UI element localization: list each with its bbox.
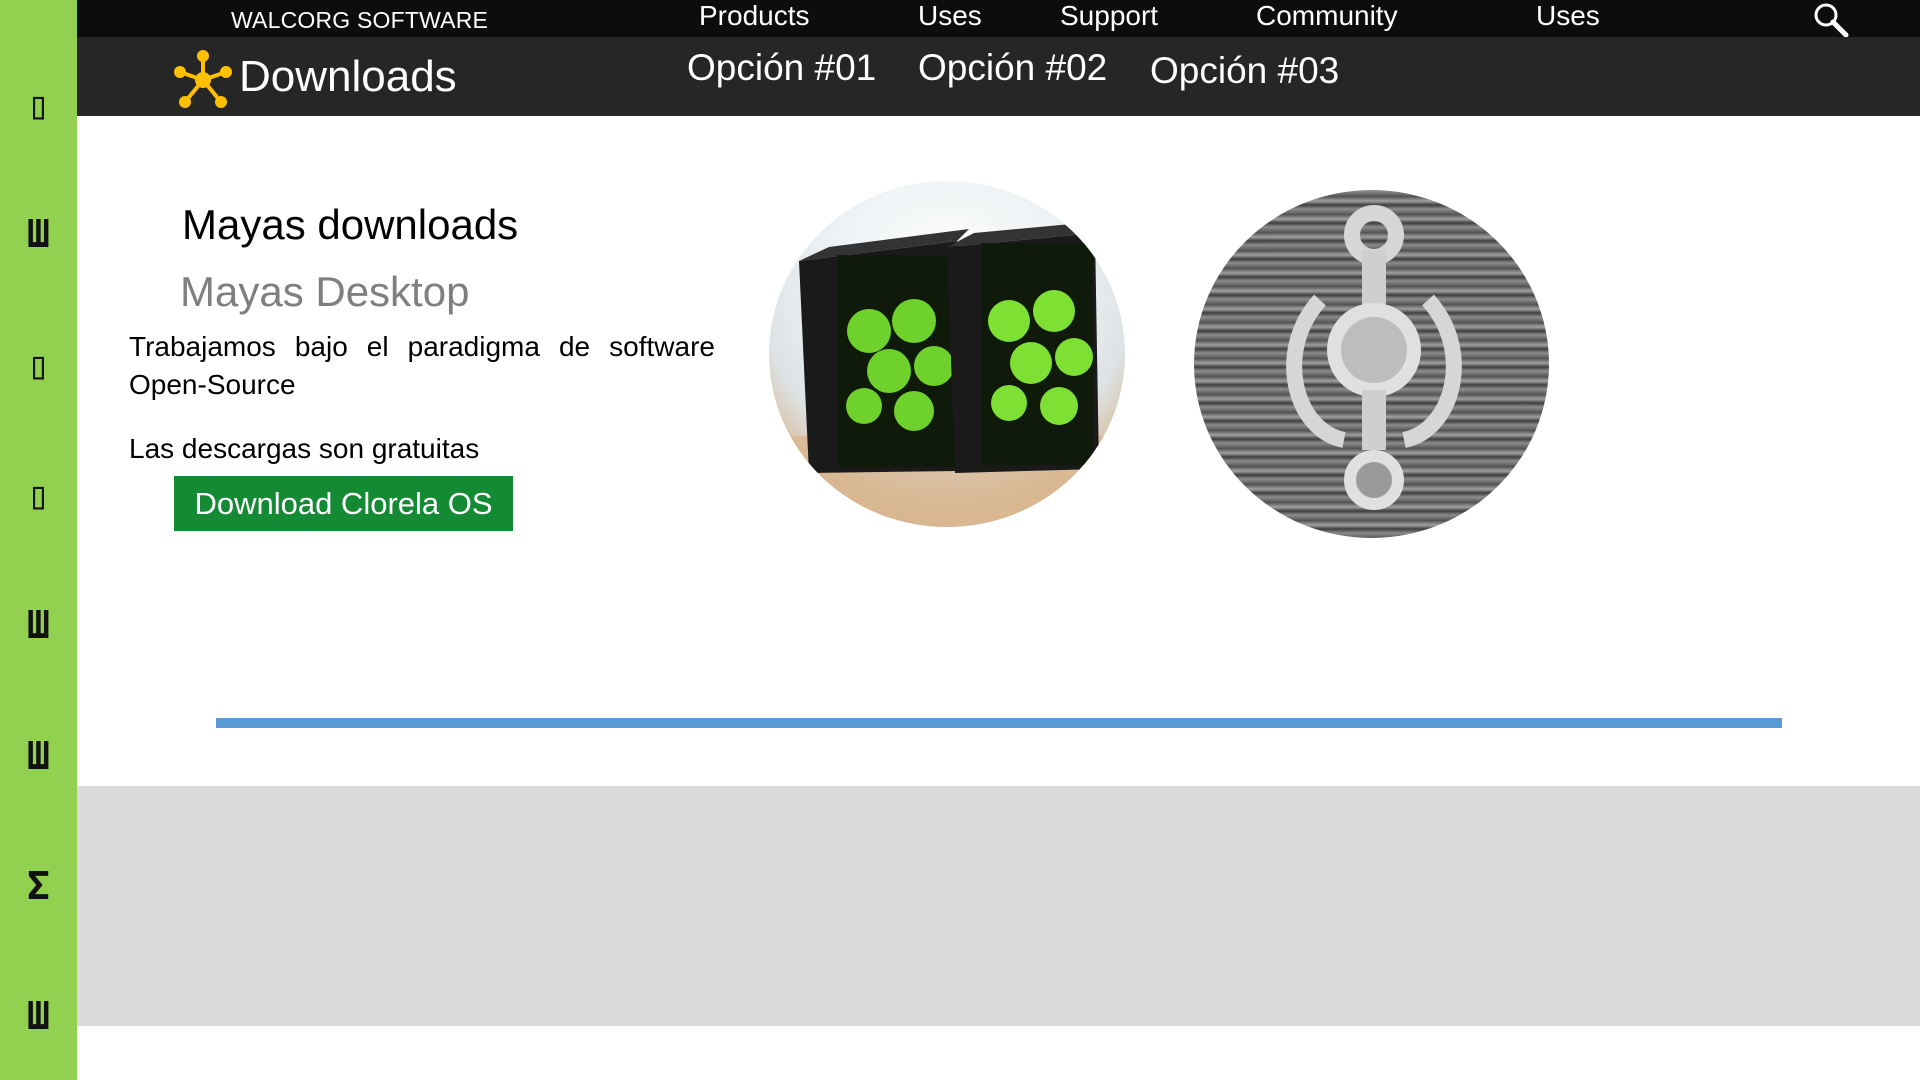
free-note: Las descargas son gratuitas xyxy=(129,433,480,464)
search-icon[interactable] xyxy=(1811,0,1851,40)
page-title: Downloads xyxy=(239,52,457,101)
rail-icon-6[interactable]: Ш xyxy=(0,734,77,778)
option-01[interactable]: Opción #01 xyxy=(687,47,876,89)
rail-icon-1[interactable]: ▯ xyxy=(0,83,77,127)
molecule-logo-icon xyxy=(172,50,234,110)
nav-uses-2[interactable]: Uses xyxy=(1536,0,1600,32)
main-heading: Mayas downloads xyxy=(182,201,519,248)
left-rail: ▯ Ш ▯ ▯ Ш Ш Σ Ш xyxy=(0,0,77,1080)
brand-name: WALCORG SOFTWARE xyxy=(231,7,489,33)
rail-icon-2[interactable]: Ш xyxy=(0,212,77,256)
nav-community[interactable]: Community xyxy=(1256,0,1398,32)
sub-heading: Mayas Desktop xyxy=(180,268,470,315)
product-box-image xyxy=(769,181,1125,527)
rail-icon-8[interactable]: Ш xyxy=(0,994,77,1038)
metal-logo-image xyxy=(1194,190,1549,538)
nav-products[interactable]: Products xyxy=(699,0,810,32)
rail-icon-3[interactable]: ▯ xyxy=(0,343,77,387)
option-02[interactable]: Opción #02 xyxy=(918,47,1107,89)
section-divider xyxy=(216,718,1782,728)
rail-icon-4[interactable]: ▯ xyxy=(0,473,77,517)
nav-uses[interactable]: Uses xyxy=(918,0,982,32)
top-nav-bar: WALCORG SOFTWARE Products Uses Support C… xyxy=(77,0,1920,40)
nav-support[interactable]: Support xyxy=(1060,0,1158,32)
rail-icon-5[interactable]: Ш xyxy=(0,603,77,647)
rail-icon-7[interactable]: Σ xyxy=(0,864,77,908)
description-text: Trabajamos bajo el paradigma de software… xyxy=(129,331,715,400)
footer-band xyxy=(77,786,1920,1026)
download-button[interactable]: Download Clorela OS xyxy=(174,476,513,531)
section-bar: Downloads Opción #01 Opción #02 Opción #… xyxy=(77,37,1920,116)
option-03[interactable]: Opción #03 xyxy=(1150,50,1339,92)
